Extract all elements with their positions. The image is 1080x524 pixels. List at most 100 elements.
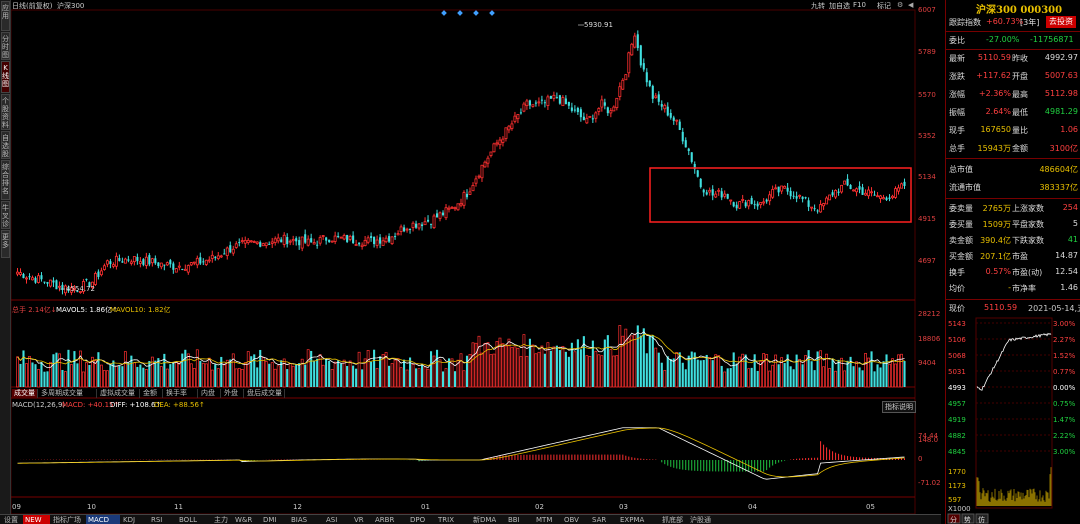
weibi-label: 委比 [949, 36, 965, 45]
volume-bar [142, 367, 145, 387]
event-marker-icon [473, 10, 479, 16]
candle-body [552, 94, 556, 99]
candle-body [723, 193, 727, 197]
mini-header: 现价 5110.59 2021-05-14,五 [946, 301, 1080, 316]
volume-bar [612, 355, 616, 388]
stat-label: 委买量 [949, 220, 973, 229]
volume-bar [534, 353, 538, 388]
indicator-tab-6[interactable]: BOLL [177, 515, 211, 524]
volume-bar [423, 366, 427, 388]
candle-body [714, 193, 718, 198]
indicator-tab-12[interactable]: VR [352, 515, 372, 524]
volume-bar [477, 335, 481, 388]
volume-bar [154, 360, 157, 387]
indicator-tab-5[interactable]: RSI [149, 515, 176, 524]
indicator-tab-3[interactable]: MACD [86, 515, 120, 524]
candle-body [537, 101, 541, 104]
volume-bar [753, 354, 756, 387]
volume-tab-7[interactable]: 盘后成交量 [245, 389, 285, 398]
volume-bar [501, 343, 505, 388]
volume-tab-4[interactable]: 换手率 [164, 389, 198, 398]
candle-body [900, 183, 903, 189]
volume-tab-0[interactable]: 成交量 [12, 389, 38, 398]
indicator-tab-4[interactable]: KDJ [121, 515, 148, 524]
stat-label: 卖金额 [949, 236, 973, 245]
indicator-tab-9[interactable]: DMI [261, 515, 288, 524]
candle-body [102, 265, 106, 270]
volume-bar [49, 361, 52, 388]
volume-tab-2[interactable]: 虚拟成交量 [98, 389, 140, 398]
mavol5-legend: MAVOL5: 1.86亿↑ [56, 306, 118, 314]
candle-body [528, 100, 531, 106]
left-tab-2[interactable]: K线图 [1, 61, 10, 93]
indicator-tab-2[interactable]: 指标广场 [51, 515, 85, 524]
kline-chart-area[interactable] [11, 0, 941, 514]
indicator-tab-23[interactable]: 沪股通 [688, 515, 715, 524]
candle-body [136, 256, 139, 262]
indicator-tab-7[interactable]: 主力 [212, 515, 232, 524]
indicator-tab-18[interactable]: MTM [534, 515, 561, 524]
candle-body [154, 258, 157, 264]
candle-body [304, 234, 307, 243]
candle-body [633, 35, 637, 48]
left-tab-6[interactable]: 牛叉诊断 [1, 201, 10, 229]
candle-body [99, 270, 103, 276]
indicator-tab-8[interactable]: W&R [233, 515, 260, 524]
track-label: 跟踪指数 [949, 18, 981, 27]
indicator-help-button[interactable]: 指标说明 [882, 401, 916, 413]
volume-bar [388, 365, 391, 387]
left-tab-1[interactable]: 分时图 [1, 32, 10, 60]
stat-value: 14.87 [1055, 251, 1078, 260]
volume-tab-3[interactable]: 金额 [141, 389, 163, 398]
candle-body [109, 261, 112, 265]
volume-bar [480, 352, 484, 388]
indicator-tab-16[interactable]: 新DMA [471, 515, 505, 524]
indicator-tab-22[interactable]: 抓底部 [660, 515, 687, 524]
candle-body [252, 241, 256, 243]
left-tab-7[interactable]: 更多 [1, 230, 10, 258]
mini-right-tick: 1.47% [1053, 416, 1076, 424]
volume-tab-5[interactable]: 内盘 [199, 389, 221, 398]
volume-bar [441, 371, 445, 387]
indicator-tab-17[interactable]: BBI [506, 515, 533, 524]
indicator-tab-0[interactable]: 设置 [2, 515, 22, 524]
indicator-tab-21[interactable]: EXPMA [618, 515, 659, 524]
left-tab-5[interactable]: 综合排名 [1, 160, 10, 200]
candle-body [846, 178, 849, 186]
indicator-tab-19[interactable]: OBV [562, 515, 589, 524]
volume-bar [192, 368, 196, 388]
indicator-tab-15[interactable]: TRIX [436, 515, 470, 524]
volume-bar [609, 349, 613, 388]
left-tab-0[interactable]: 应用 [1, 1, 10, 31]
indicator-tab-10[interactable]: BIAS [289, 515, 323, 524]
indicator-tab-14[interactable]: DPO [408, 515, 435, 524]
candle-body [576, 107, 579, 113]
intraday-mini-chart[interactable]: 5143 5106 5068 5031 4993 4957 4919 4882 4845 1770… [946, 316, 1080, 524]
candle-body [352, 235, 355, 244]
candle-body [366, 237, 370, 243]
left-tab-3[interactable]: 个股资料 [1, 94, 10, 130]
candle-body [654, 95, 658, 99]
indicator-tab-11[interactable]: ASI [324, 515, 351, 524]
volume-bar [306, 349, 310, 388]
left-tab-4[interactable]: 自选股 [1, 131, 10, 159]
candle-body [822, 203, 826, 207]
volume-bar [103, 370, 106, 388]
candle-body [19, 272, 22, 275]
invest-button[interactable]: 去投资 [1046, 16, 1076, 28]
candle-body [495, 142, 499, 145]
volume-tab-1[interactable]: 多周期成交量 [39, 389, 97, 398]
indicator-tab-1[interactable]: NEW [23, 515, 50, 524]
candle-body [768, 194, 772, 202]
volume-bar [876, 364, 879, 387]
candle-body [507, 125, 511, 131]
indicator-tab-13[interactable]: ARBR [373, 515, 407, 524]
mini-right-tick: 1.52% [1053, 352, 1076, 360]
volume-tab-6[interactable]: 外盘 [222, 389, 244, 398]
candle-body [429, 223, 433, 225]
stat-row: 委卖量 2765万 上涨家数 254 [946, 201, 1080, 216]
volume-bar [105, 370, 109, 388]
volume-bar [88, 365, 91, 387]
volume-bar [726, 368, 729, 387]
indicator-tab-20[interactable]: SAR [590, 515, 617, 524]
